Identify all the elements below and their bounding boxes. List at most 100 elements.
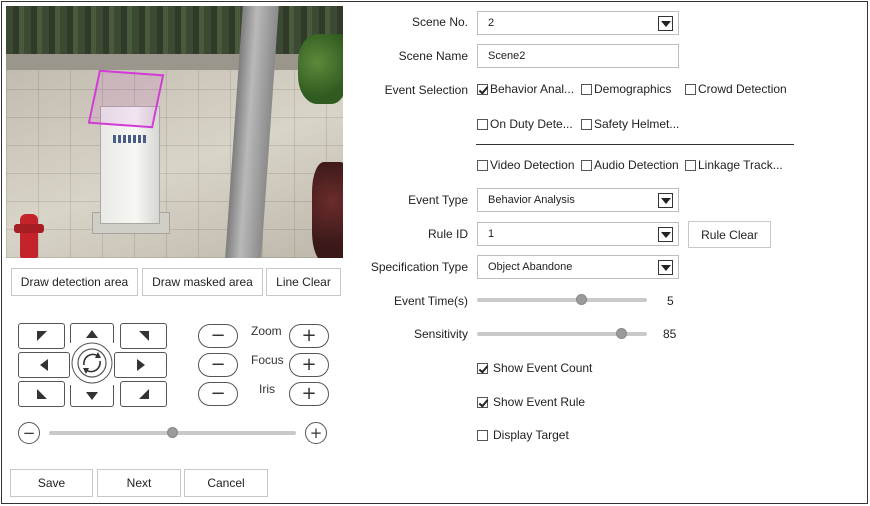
rule-clear-button[interactable]: Rule Clear xyxy=(688,221,771,248)
arrow-up-left-icon xyxy=(36,331,47,341)
scene-no-label: Scene No. xyxy=(411,15,468,29)
checkbox-label: Show Event Rule xyxy=(493,395,586,409)
event-time-label: Event Time(s) xyxy=(393,294,468,308)
fire-hydrant xyxy=(14,206,44,258)
ptz-down-button[interactable] xyxy=(70,385,114,407)
scene-name-input[interactable] xyxy=(477,44,679,68)
sensitivity-value: 85 xyxy=(663,327,677,341)
focus-near-button[interactable]: − xyxy=(198,353,238,377)
line-clear-button[interactable]: Line Clear xyxy=(266,268,341,296)
ptz-speed-slider-thumb[interactable] xyxy=(166,427,178,438)
checkbox[interactable] xyxy=(477,118,488,130)
specification-type-value: Object Abandone xyxy=(488,261,573,273)
event-type-value: Behavior Analysis xyxy=(488,194,575,206)
event-time-slider[interactable] xyxy=(477,298,647,302)
cabinet-label xyxy=(113,135,147,143)
iris-open-button[interactable]: + xyxy=(289,382,329,406)
rule-id-value: 1 xyxy=(488,228,495,240)
checkbox[interactable] xyxy=(477,362,488,374)
iris-close-button[interactable]: − xyxy=(198,382,238,406)
checkbox[interactable] xyxy=(477,83,488,95)
cancel-button[interactable]: Cancel xyxy=(184,469,268,497)
scene-no-select[interactable]: 2 xyxy=(477,11,679,35)
scene-no-value: 2 xyxy=(488,17,495,29)
checkbox[interactable] xyxy=(685,159,696,171)
draw-detection-area-button[interactable]: Draw detection area xyxy=(11,268,138,296)
chevron-down-icon xyxy=(658,260,673,275)
show-event-count-option[interactable]: Show Event Count xyxy=(477,361,592,375)
zoom-label: Zoom xyxy=(251,324,282,338)
arrow-up-icon xyxy=(86,329,98,338)
event-time-value: 5 xyxy=(667,294,674,308)
curb xyxy=(6,54,343,70)
event-option-video-detection[interactable]: Video Detection xyxy=(477,158,575,172)
divider xyxy=(476,144,794,145)
checkbox-label: On Duty Dete... xyxy=(490,117,573,131)
event-type-select[interactable]: Behavior Analysis xyxy=(477,188,679,212)
checkbox-label: Safety Helmet... xyxy=(594,117,680,131)
checkbox-label: Demographics xyxy=(594,82,672,96)
ptz-right-button[interactable] xyxy=(114,352,167,378)
arrow-down-left-icon xyxy=(36,389,47,399)
checkbox-label: Audio Detection xyxy=(594,158,679,172)
ptz-up-right-button[interactable] xyxy=(120,323,167,349)
draw-masked-area-button[interactable]: Draw masked area xyxy=(142,268,263,296)
checkbox[interactable] xyxy=(477,159,488,171)
ptz-left-button[interactable] xyxy=(18,352,70,378)
sensitivity-label: Sensitivity xyxy=(413,327,468,341)
checkbox[interactable] xyxy=(477,429,488,441)
checkbox-label: Behavior Anal... xyxy=(490,82,575,96)
event-option-audio-detection[interactable]: Audio Detection xyxy=(581,158,679,172)
checkbox-label: Show Event Count xyxy=(493,361,593,375)
iris-label: Iris xyxy=(259,382,275,396)
specification-type-select[interactable]: Object Abandone xyxy=(477,255,679,279)
arrow-right-icon xyxy=(136,359,145,371)
focus-far-button[interactable]: + xyxy=(289,353,329,377)
next-button[interactable]: Next xyxy=(97,469,181,497)
arrow-down-icon xyxy=(86,391,98,400)
checkbox[interactable] xyxy=(685,83,696,95)
chevron-down-icon xyxy=(658,227,673,242)
show-event-rule-option[interactable]: Show Event Rule xyxy=(477,395,585,409)
ptz-up-button[interactable] xyxy=(70,323,114,343)
scene-name-label: Scene Name xyxy=(398,49,468,63)
shrub xyxy=(312,162,343,258)
event-option-demographics[interactable]: Demographics xyxy=(581,82,671,96)
checkbox[interactable] xyxy=(581,159,592,171)
speed-decrease-button[interactable]: − xyxy=(18,422,40,444)
checkbox[interactable] xyxy=(581,118,592,130)
ptz-up-left-button[interactable] xyxy=(18,323,65,349)
focus-label: Focus xyxy=(251,353,284,367)
sensitivity-slider-thumb[interactable] xyxy=(615,328,627,339)
chevron-down-icon xyxy=(658,16,673,31)
rule-id-label: Rule ID xyxy=(427,227,468,241)
event-type-label: Event Type xyxy=(408,193,468,207)
ptz-down-left-button[interactable] xyxy=(18,381,65,407)
arrow-up-right-icon xyxy=(138,331,149,341)
ptz-auto-scan-button[interactable] xyxy=(70,341,114,385)
speed-increase-button[interactable]: + xyxy=(305,422,327,444)
checkbox-label: Crowd Detection xyxy=(698,82,787,96)
checkbox[interactable] xyxy=(477,396,488,408)
checkbox[interactable] xyxy=(581,83,592,95)
arrow-left-icon xyxy=(40,359,48,371)
camera-preview[interactable] xyxy=(6,6,343,258)
save-button[interactable]: Save xyxy=(10,469,93,497)
checkbox-label: Linkage Track... xyxy=(698,158,783,172)
event-selection-label: Event Selection xyxy=(384,83,468,97)
hedge xyxy=(6,6,343,54)
specification-type-label: Specification Type xyxy=(370,260,468,274)
zoom-in-button[interactable]: + xyxy=(289,324,329,348)
ptz-down-right-button[interactable] xyxy=(120,381,167,407)
display-target-option[interactable]: Display Target xyxy=(477,428,569,442)
event-option-linkage-tracking[interactable]: Linkage Track... xyxy=(685,158,783,172)
chevron-down-icon xyxy=(658,193,673,208)
tree xyxy=(298,34,343,104)
event-option-safety-helmet[interactable]: Safety Helmet... xyxy=(581,117,679,131)
event-option-on-duty-detection[interactable]: On Duty Dete... xyxy=(477,117,573,131)
event-option-behavior-analysis[interactable]: Behavior Anal... xyxy=(477,82,574,96)
zoom-out-button[interactable]: − xyxy=(198,324,238,348)
rule-id-select[interactable]: 1 xyxy=(477,222,679,246)
event-option-crowd-detection[interactable]: Crowd Detection xyxy=(685,82,787,96)
detection-area-overlay[interactable] xyxy=(87,69,165,129)
